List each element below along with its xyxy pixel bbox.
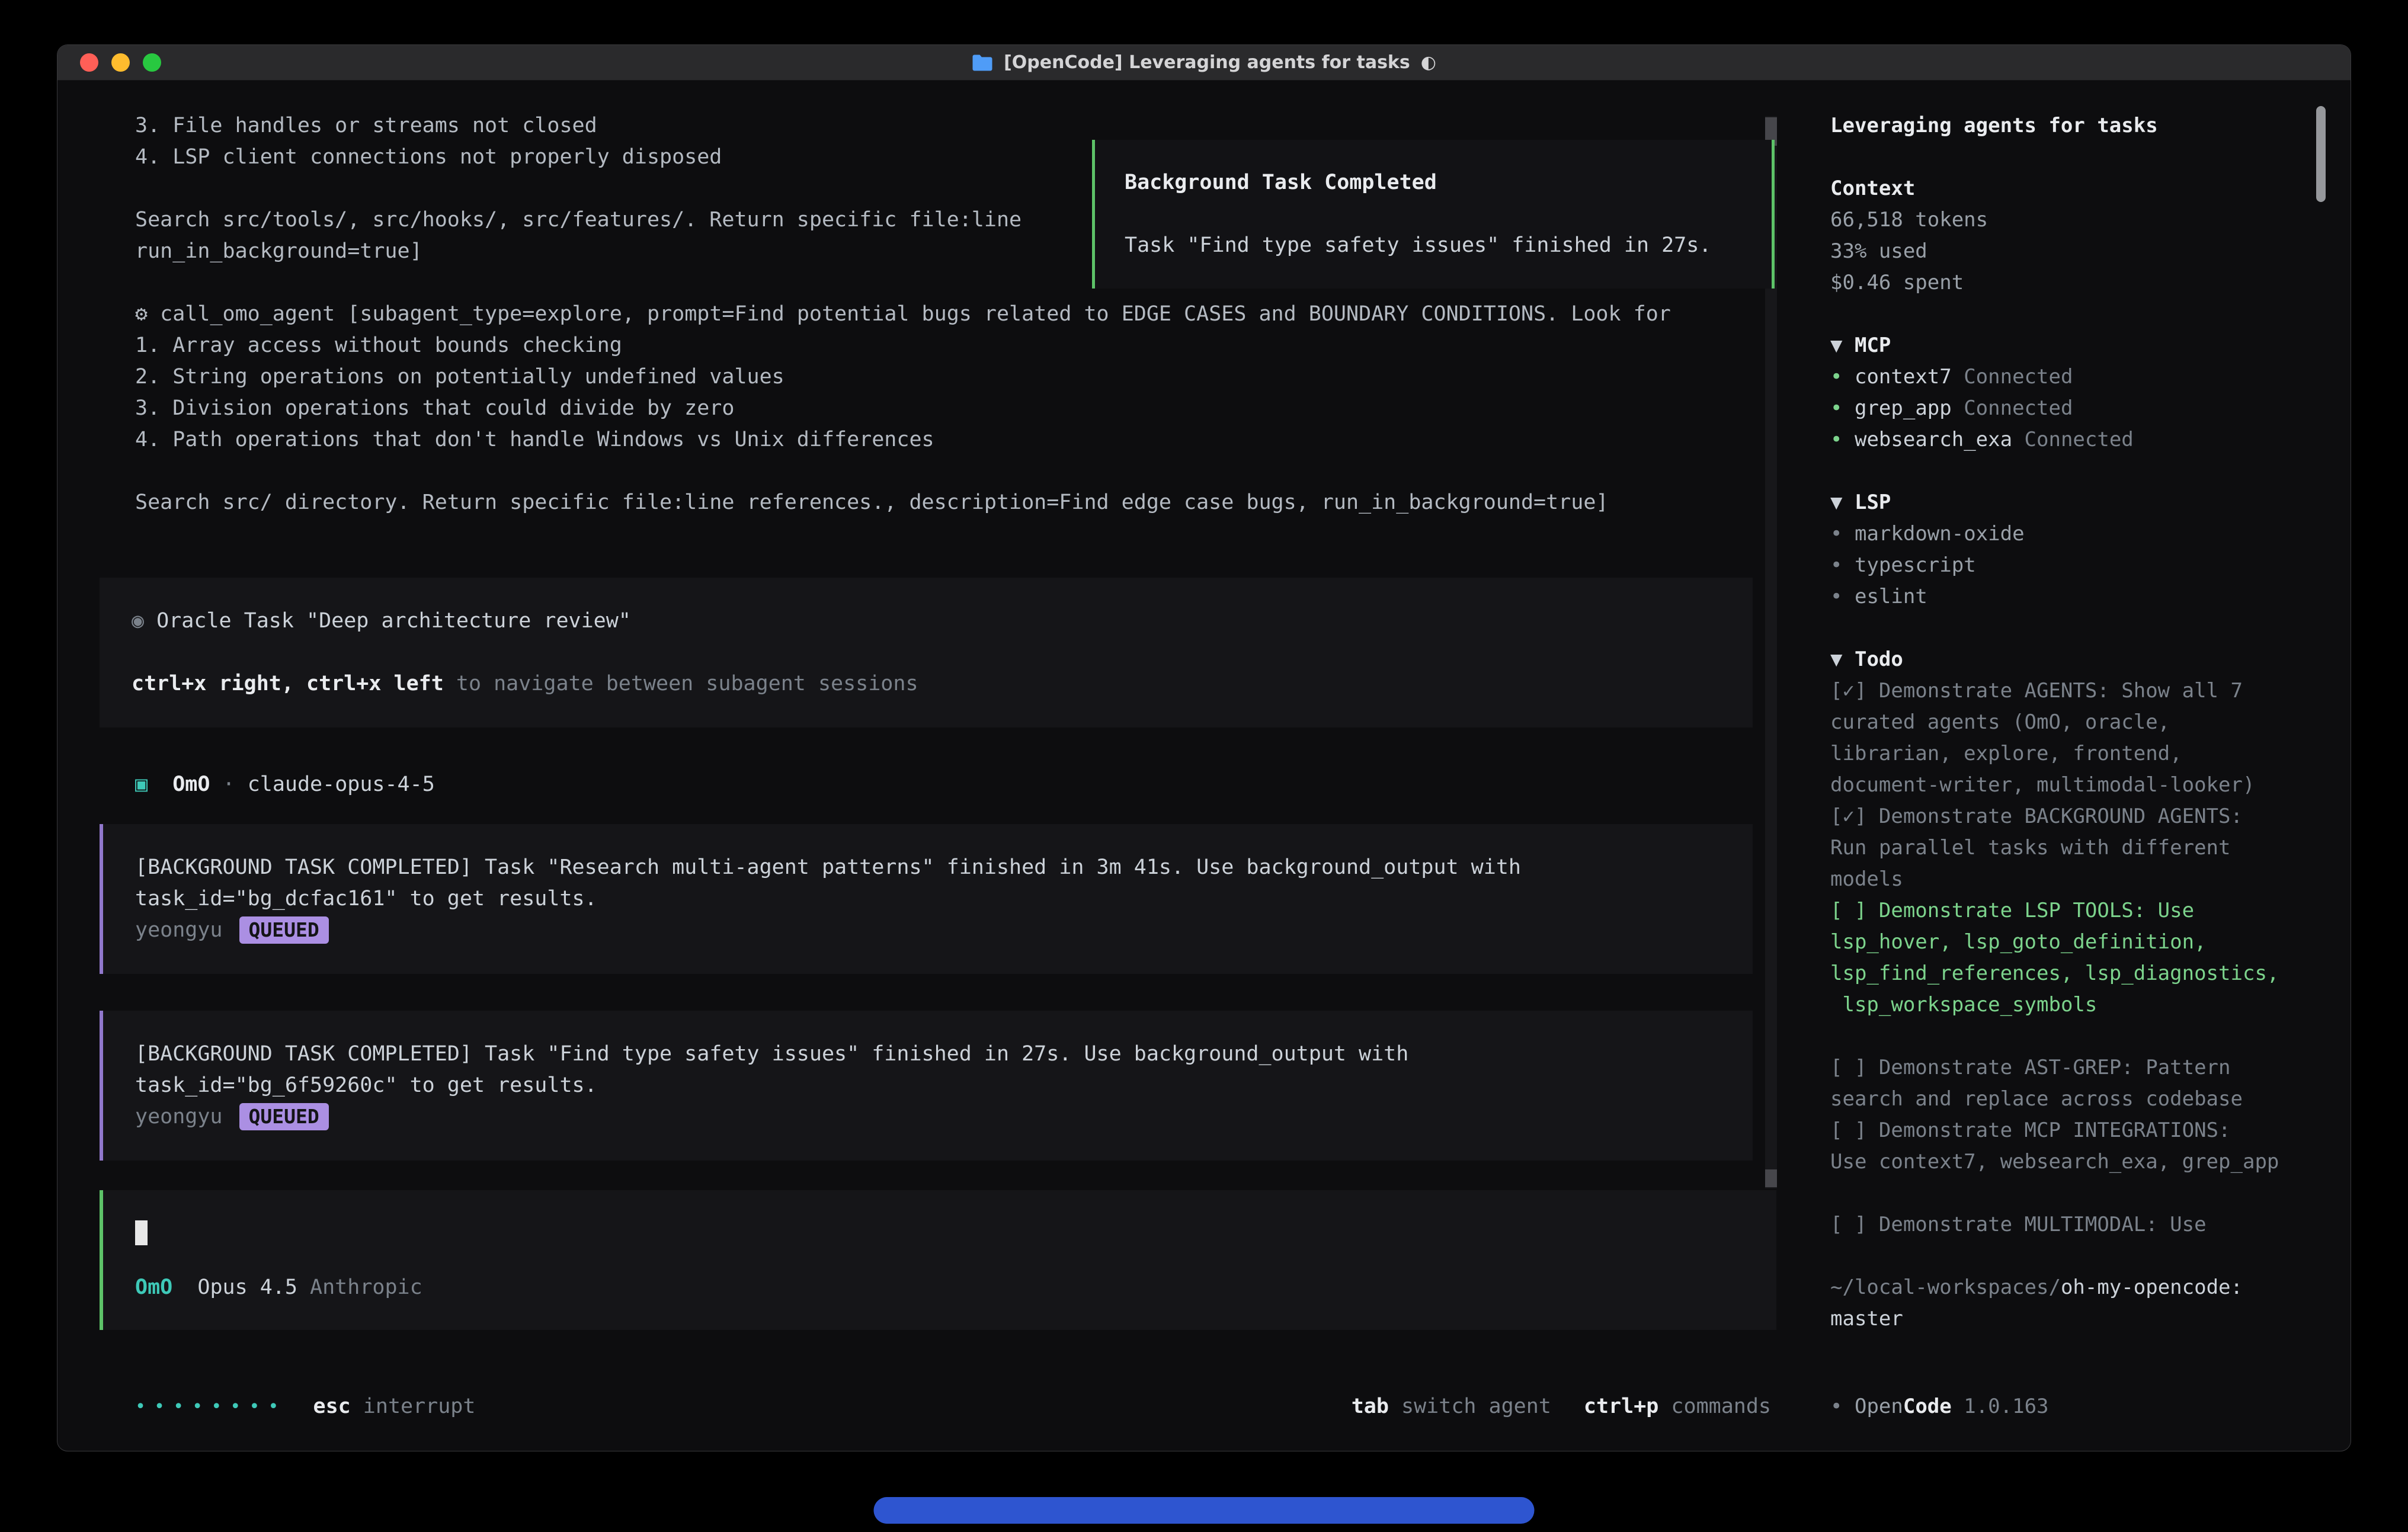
chevron-down-icon: ▼ [1830, 648, 1842, 671]
toast-body: Task "Find type safety issues" finished … [1125, 230, 1742, 261]
context-spent: $0.46 spent [1830, 267, 2324, 299]
spinner-dots-icon: •••••••• [135, 1391, 287, 1422]
bullet-icon: • [1830, 553, 1842, 577]
mcp-item: • websearch_exa Connected [1830, 424, 2324, 456]
bullet-icon: • [1830, 1395, 1842, 1418]
bullet-icon: • [1830, 365, 1842, 389]
input-model-name: Opus 4.5 [197, 1275, 297, 1299]
prompt-input[interactable]: OmO Opus 4.5 Anthropic [100, 1190, 1776, 1330]
app-version: • OpenCode 1.0.163 [1830, 1391, 2049, 1422]
tool-call-line: ⚙ call_omo_agent [subagent_type=explore,… [100, 299, 1805, 330]
todo-section-header[interactable]: ▼ Todo [1830, 644, 2324, 675]
window-titlebar[interactable]: [OpenCode] Leveraging agents for tasks ◐ [57, 45, 2351, 81]
record-icon: ◉ [132, 609, 144, 633]
log-line: 4. Path operations that don't handle Win… [100, 424, 1805, 456]
input-agent-name: OmO [135, 1275, 172, 1299]
oracle-navigation-hint: ctrl+x right, ctrl+x left to navigate be… [132, 668, 1721, 700]
oracle-task-panel[interactable]: ◉ Oracle Task "Deep architecture review"… [100, 578, 1753, 727]
bullet-icon: • [1830, 428, 1842, 451]
todo-item: [ ] Demonstrate MULTIMODAL: Use [1830, 1209, 2324, 1241]
lsp-section-header[interactable]: ▼ LSP [1830, 487, 2324, 518]
message-block: [BACKGROUND TASK COMPLETED] Task "Find t… [100, 1011, 1753, 1161]
bullet-icon: • [1830, 585, 1842, 608]
message-meta: yeongyu QUEUED [135, 1101, 1721, 1133]
lsp-item: • markdown-oxide [1830, 518, 2324, 550]
text-cursor [135, 1220, 148, 1245]
input-line[interactable] [135, 1217, 1744, 1248]
session-sidebar: Leveraging agents for tasks Context 66,5… [1805, 81, 2351, 1451]
zoom-window-button[interactable] [143, 53, 161, 72]
lsp-item: • eslint [1830, 581, 2324, 613]
lsp-item: • typescript [1830, 550, 2324, 581]
esc-key-hint: esc [313, 1391, 351, 1422]
bullet-icon: • [1830, 396, 1842, 420]
input-provider-name: Anthropic [310, 1275, 422, 1299]
tool-call-args: [subagent_type=explore, prompt=Find pote… [347, 302, 1671, 326]
log-line: 3. File handles or streams not closed [100, 110, 1805, 142]
conversation-pane[interactable]: 3. File handles or streams not closed 4.… [57, 81, 1805, 1451]
traffic-lights [80, 45, 161, 80]
window-title: [OpenCode] Leveraging agents for tasks [1004, 52, 1410, 73]
sidebar-scrollbar-thumb[interactable] [2316, 106, 2326, 202]
bullet-icon: • [1830, 522, 1842, 546]
chevron-down-icon: ▼ [1830, 334, 1842, 357]
context-header: Context [1830, 173, 2324, 204]
message-block: [BACKGROUND TASK COMPLETED] Task "Resear… [100, 824, 1753, 974]
message-text: task_id="bg_dcfac161" to get results. [135, 883, 1721, 915]
background-task-toast: Background Task Completed Task "Find typ… [1092, 140, 1775, 289]
gear-icon: ⚙ [135, 302, 148, 326]
log-line: 1. Array access without bounds checking [100, 330, 1805, 361]
todo-item-active: [ ] Demonstrate LSP TOOLS: Use lsp_hover… [1830, 895, 2324, 1021]
message-text: [BACKGROUND TASK COMPLETED] Task "Find t… [135, 1039, 1721, 1070]
agent-name: OmO [172, 773, 210, 796]
model-selector[interactable]: OmO Opus 4.5 Anthropic [135, 1272, 1744, 1303]
folder-icon [972, 54, 993, 72]
ctrlp-key-hint: ctrl+p [1584, 1391, 1658, 1422]
dock-indicator [874, 1497, 1535, 1524]
agent-model: claude-opus-4-5 [248, 773, 435, 796]
status-badge: QUEUED [239, 916, 329, 944]
minimize-window-button[interactable] [111, 53, 130, 72]
todo-item: [ ] Demonstrate AST-GREP: Pattern search… [1830, 1052, 2324, 1115]
toast-title: Background Task Completed [1125, 167, 1742, 198]
workspace-path: ~/local-workspaces/oh-my-opencode: maste… [1830, 1272, 2324, 1335]
close-window-button[interactable] [80, 53, 98, 72]
mcp-section-header[interactable]: ▼ MCP [1830, 330, 2324, 361]
mcp-item: • context7 Connected [1830, 361, 2324, 393]
status-badge: QUEUED [239, 1103, 329, 1130]
message-text: [BACKGROUND TASK COMPLETED] Task "Resear… [135, 852, 1721, 883]
session-title: Leveraging agents for tasks [1830, 110, 2324, 142]
status-bar: •••••••• esc interrupt tab switch agent … [135, 1391, 1771, 1422]
title-spinner-icon: ◐ [1421, 52, 1436, 73]
main-scrollbar-thumb[interactable] [1765, 1169, 1777, 1187]
todo-item: [✓] Demonstrate BACKGROUND AGENTS: Run p… [1830, 801, 2324, 895]
message-author: yeongyu [135, 1105, 223, 1129]
agent-icon: ▣ [135, 773, 148, 796]
context-used: 33% used [1830, 236, 2324, 267]
log-line: Search src/ directory. Return specific f… [100, 487, 1805, 518]
chevron-down-icon: ▼ [1830, 491, 1842, 514]
agent-header: ▣ OmO · claude-opus-4-5 [100, 769, 1805, 800]
message-meta: yeongyu QUEUED [135, 915, 1721, 946]
message-author: yeongyu [135, 918, 223, 942]
branch-name: master [1830, 1307, 1903, 1331]
mcp-item: • grep_app Connected [1830, 393, 2324, 424]
tool-call-name: call_omo_agent [160, 302, 335, 326]
todo-item: [✓] Demonstrate AGENTS: Show all 7 curat… [1830, 675, 2324, 801]
todo-item: [ ] Demonstrate MCP INTEGRATIONS: Use co… [1830, 1115, 2324, 1178]
log-line: 2. String operations on potentially unde… [100, 361, 1805, 393]
tab-key-hint: tab [1352, 1391, 1389, 1422]
terminal-window: [OpenCode] Leveraging agents for tasks ◐… [57, 44, 2351, 1451]
message-text: task_id="bg_6f59260c" to get results. [135, 1070, 1721, 1101]
context-tokens: 66,518 tokens [1830, 204, 2324, 236]
oracle-task-title: ◉ Oracle Task "Deep architecture review" [132, 605, 1721, 637]
log-line: 3. Division operations that could divide… [100, 393, 1805, 424]
